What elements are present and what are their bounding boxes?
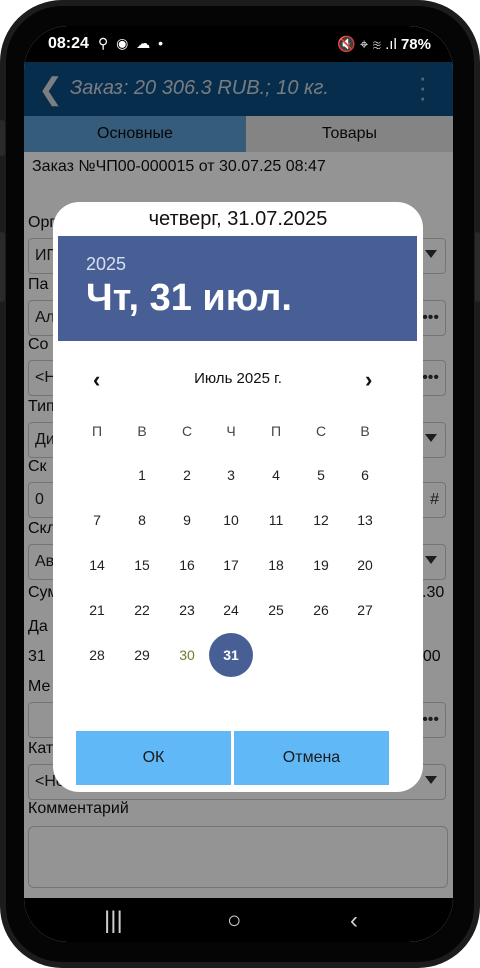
calendar-day[interactable]: 19 (299, 543, 343, 587)
calendar-day[interactable]: 22 (120, 588, 164, 632)
calendar-day[interactable]: 14 (75, 543, 119, 587)
weekday-label: П (270, 423, 282, 439)
month-navigation: ‹ Июль 2025 г. › (53, 367, 423, 393)
weekday-label: В (360, 423, 370, 439)
calendar-day[interactable]: 11 (254, 498, 298, 542)
volume-button (0, 120, 5, 156)
calendar-day[interactable]: 9 (165, 498, 209, 542)
recent-apps-icon[interactable]: ||| (104, 907, 123, 935)
status-time: 08:24 (48, 35, 89, 52)
ok-button[interactable]: ОК (76, 731, 231, 785)
notification-icons: ⚲ ◉ ☁ • (98, 35, 166, 51)
calendar-day[interactable]: 1 (120, 453, 164, 497)
selected-day[interactable]: 31 (209, 633, 253, 677)
signal-icons: 🔇 ⌖ ≋ .ıl (337, 36, 397, 53)
calendar-day[interactable]: 28 (75, 633, 119, 677)
calendar-day[interactable]: 29 (120, 633, 164, 677)
weekday-label: Ч (226, 423, 236, 439)
calendar-day[interactable]: 24 (209, 588, 253, 632)
calendar-day[interactable]: 6 (343, 453, 387, 497)
calendar-day[interactable]: 3 (209, 453, 253, 497)
calendar-day[interactable]: 8 (120, 498, 164, 542)
weekday-label: П (91, 423, 103, 439)
cancel-button[interactable]: Отмена (234, 731, 389, 785)
calendar-day[interactable]: 17 (209, 543, 253, 587)
phone-frame: 08:24 ⚲ ◉ ☁ • 🔇 ⌖ ≋ .ıl 78% ❮ Заказ: 20 … (0, 0, 480, 968)
weekday-label: В (137, 423, 147, 439)
calendar-day[interactable]: 7 (75, 498, 119, 542)
calendar-day[interactable]: 27 (343, 588, 387, 632)
status-bar: 08:24 ⚲ ◉ ☁ • 🔇 ⌖ ≋ .ıl 78% (24, 26, 453, 62)
calendar-day[interactable]: 10 (209, 498, 253, 542)
calendar-day[interactable]: 2 (165, 453, 209, 497)
calendar-day[interactable]: 15 (120, 543, 164, 587)
calendar-day[interactable]: 23 (165, 588, 209, 632)
navigation-bar: ||| ○ ‹ (24, 898, 453, 942)
home-icon[interactable]: ○ (227, 907, 242, 935)
power-button (475, 232, 480, 302)
calendar-day[interactable]: 30 (165, 633, 209, 677)
calendar-day[interactable]: 16 (165, 543, 209, 587)
calendar-day[interactable]: 25 (254, 588, 298, 632)
calendar-day[interactable]: 21 (75, 588, 119, 632)
calendar-day[interactable]: 20 (343, 543, 387, 587)
calendar-day[interactable]: 4 (254, 453, 298, 497)
system-icons: 🔇 ⌖ ≋ .ıl 78% (337, 35, 431, 53)
dialog-title: четверг, 31.07.2025 (148, 208, 328, 230)
chevron-right-icon[interactable]: › (365, 367, 372, 393)
weekday-label: С (315, 423, 327, 439)
date-header: 2025 Чт, 31 июл. (58, 236, 417, 341)
back-icon[interactable]: ‹ (350, 907, 358, 935)
calendar-day[interactable]: 12 (299, 498, 343, 542)
calendar-day[interactable]: 5 (299, 453, 343, 497)
battery-level: 78% (400, 36, 431, 53)
calendar-day[interactable]: 26 (299, 588, 343, 632)
date-picker-dialog: четверг, 31.07.2025 2025 Чт, 31 июл. ‹ И… (53, 202, 423, 792)
weekday-label: С (181, 423, 193, 439)
calendar-day[interactable]: 13 (343, 498, 387, 542)
screen: 08:24 ⚲ ◉ ☁ • 🔇 ⌖ ≋ .ıl 78% ❮ Заказ: 20 … (24, 26, 453, 942)
header-date: Чт, 31 июл. (86, 277, 292, 319)
calendar-day[interactable]: 18 (254, 543, 298, 587)
volume-button (0, 232, 5, 302)
header-year[interactable]: 2025 (86, 254, 126, 275)
